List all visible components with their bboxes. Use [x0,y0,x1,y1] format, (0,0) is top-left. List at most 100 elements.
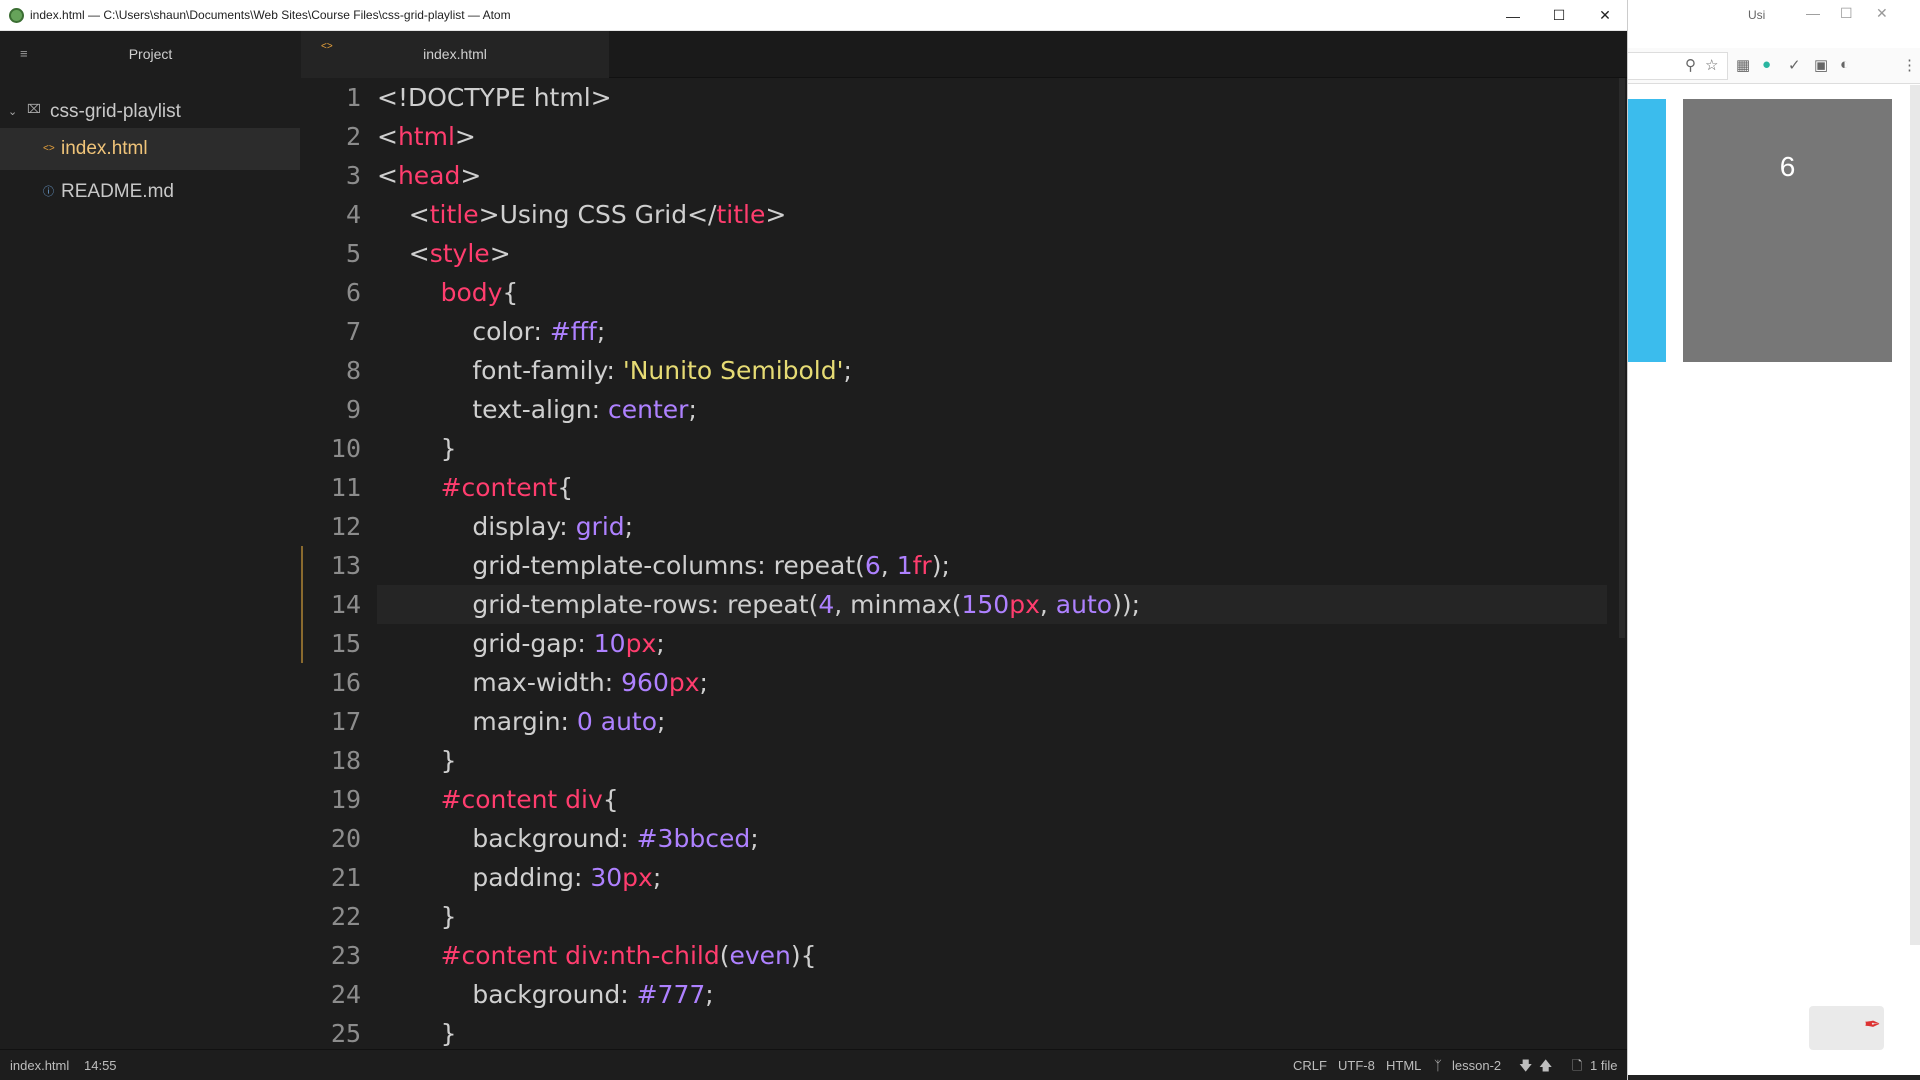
code-token: <!DOCTYPE html> [377,83,612,112]
browser-scrollbar[interactable] [1910,85,1920,945]
zoom-icon[interactable]: ⚲ [1685,56,1696,74]
code-line[interactable]: grid-template-rows: repeat(4, minmax(150… [377,585,1607,624]
code-token: display: [377,512,576,541]
code-line[interactable]: background: #3bbced; [377,819,758,858]
code-line[interactable]: <title>Using CSS Grid</title> [377,195,787,234]
status-grammar[interactable]: HTML [1386,1050,1421,1080]
code-token: } [377,1019,457,1048]
code-line[interactable]: font-family: 'Nunito Semibold'; [377,351,852,390]
line-number: 2 [345,122,361,151]
code-line[interactable]: #content div{ [377,780,619,819]
code-token: text-align: [377,395,609,424]
code-token: grid-gap: [377,629,594,658]
code-line[interactable]: text-align: center; [377,390,697,429]
extension-icon[interactable]: ▦ [1736,56,1750,74]
code-token: < [377,200,430,229]
code-token: } [377,434,457,463]
code-line[interactable]: background: #777; [377,975,713,1014]
file-item-label: index.html [61,138,148,159]
code-line[interactable]: #content{ [377,468,574,507]
editor-scrollbar[interactable] [1619,78,1625,638]
markdown-file-icon: ⓘ [43,186,54,198]
code-line[interactable]: <!DOCTYPE html> [377,78,612,117]
extension-icon[interactable]: ▣ [1814,56,1828,74]
code-token: < [377,122,398,151]
file-icon: 🗋 [1572,1058,1583,1073]
code-token: ; [652,863,662,892]
push-icon[interactable]: 🡅 [1539,1050,1552,1080]
code-token: margin: [377,707,577,736]
code-token: #content [377,473,558,502]
branch-icon: ᛉ [1434,1058,1442,1073]
maximize-icon[interactable]: ☐ [1840,5,1853,22]
code-token: > [454,122,476,151]
code-token: ; [699,668,708,697]
status-file[interactable]: index.html [10,1050,69,1080]
more-menu-icon[interactable]: ⋮ [1902,56,1917,74]
status-cursor[interactable]: 14:55 [84,1050,117,1080]
code-editor[interactable]: 1 2 3 4 5 6 7 8 9 10 11 12 13 14 15 16 17 18 19 20 21 22 23 24 2… [301,78,1627,1049]
code-token: 6 [864,551,881,580]
code-line[interactable]: max-width: 960px; [377,663,708,702]
browser-tab-title[interactable]: Usi [1748,8,1765,22]
code-line[interactable]: margin: 0 auto; [377,702,665,741]
close-button[interactable]: ✕ [1582,0,1628,31]
code-line[interactable]: #content div:nth-child(even){ [377,936,817,975]
code-line[interactable]: grid-gap: 10px; [377,624,664,663]
code-line[interactable]: <head> [377,156,481,195]
code-line[interactable]: } [377,429,457,468]
file-item-index-html[interactable]: <> index.html [0,128,300,170]
line-number: 14 [330,590,361,619]
code-area[interactable]: <!DOCTYPE html> <html> <head> <title>Using… [377,78,1607,1049]
code-token: background: [377,824,637,853]
project-folder-label: css-grid-playlist [50,101,181,122]
status-branch[interactable]: lesson-2 [1452,1050,1501,1080]
code-line[interactable]: } [377,897,457,936]
maximize-button[interactable]: ☐ [1536,0,1582,31]
code-line[interactable]: padding: 30px; [377,858,661,897]
extension-icon[interactable]: ✓ [1788,56,1801,74]
line-number: 10 [330,434,361,463]
line-number: 3 [345,161,361,190]
status-line-ending[interactable]: CRLF [1293,1050,1327,1080]
tab-index-html[interactable]: <> index.html [301,31,609,78]
code-line[interactable]: <style> [377,234,511,273]
status-encoding[interactable]: UTF-8 [1338,1050,1375,1080]
minimize-button[interactable]: — [1490,0,1536,31]
code-line[interactable]: <html> [377,117,476,156]
code-token: font-family: [377,356,623,385]
close-icon[interactable]: ✕ [1876,5,1888,22]
git-modified-marker [301,546,303,663]
code-token: ){ [790,941,817,970]
code-token: ; [596,317,606,346]
code-token: grid-template-columns: repeat( [377,551,865,580]
code-line[interactable]: } [377,1014,457,1049]
chevron-down-icon[interactable]: ⌄ [8,91,17,133]
code-line[interactable]: color: #fff; [377,312,605,351]
fetch-icon[interactable]: 🡇 [1519,1050,1532,1080]
code-token: #content div:nth-child [377,941,720,970]
code-token: padding: [377,863,591,892]
file-item-readme[interactable]: ⓘ README.md [0,171,301,213]
bookmark-star-icon[interactable]: ☆ [1705,56,1718,74]
code-token: px [625,629,657,658]
code-line[interactable]: } [377,741,457,780]
extension-icon[interactable]: ◐ [1840,56,1849,73]
status-changes[interactable]: 1 file [1590,1050,1617,1080]
minimize-icon[interactable]: — [1806,5,1820,21]
watermark-logo: ✒ [1809,1006,1884,1050]
line-number: 6 [345,278,361,307]
extension-m-icon[interactable]: ● [1762,56,1771,73]
grid-cell-label: 6 [1779,151,1796,182]
code-line[interactable]: display: grid; [377,507,633,546]
browser-title-bar: Usi — ☐ ✕ [1628,0,1920,31]
project-folder[interactable]: ⌄ ⌧ css-grid-playlist [0,91,301,133]
code-token: auto [1055,590,1113,619]
status-bar: index.html 14:55 CRLF UTF-8 HTML ᛉ lesso… [0,1049,1627,1080]
tree-view-title: Project [128,46,173,62]
line-number: 25 [330,1019,361,1048]
code-token: ; [624,512,634,541]
code-token: px [1009,590,1040,619]
code-line[interactable]: body{ [377,273,519,312]
code-line[interactable]: grid-template-columns: repeat(6, 1fr); [377,546,950,585]
